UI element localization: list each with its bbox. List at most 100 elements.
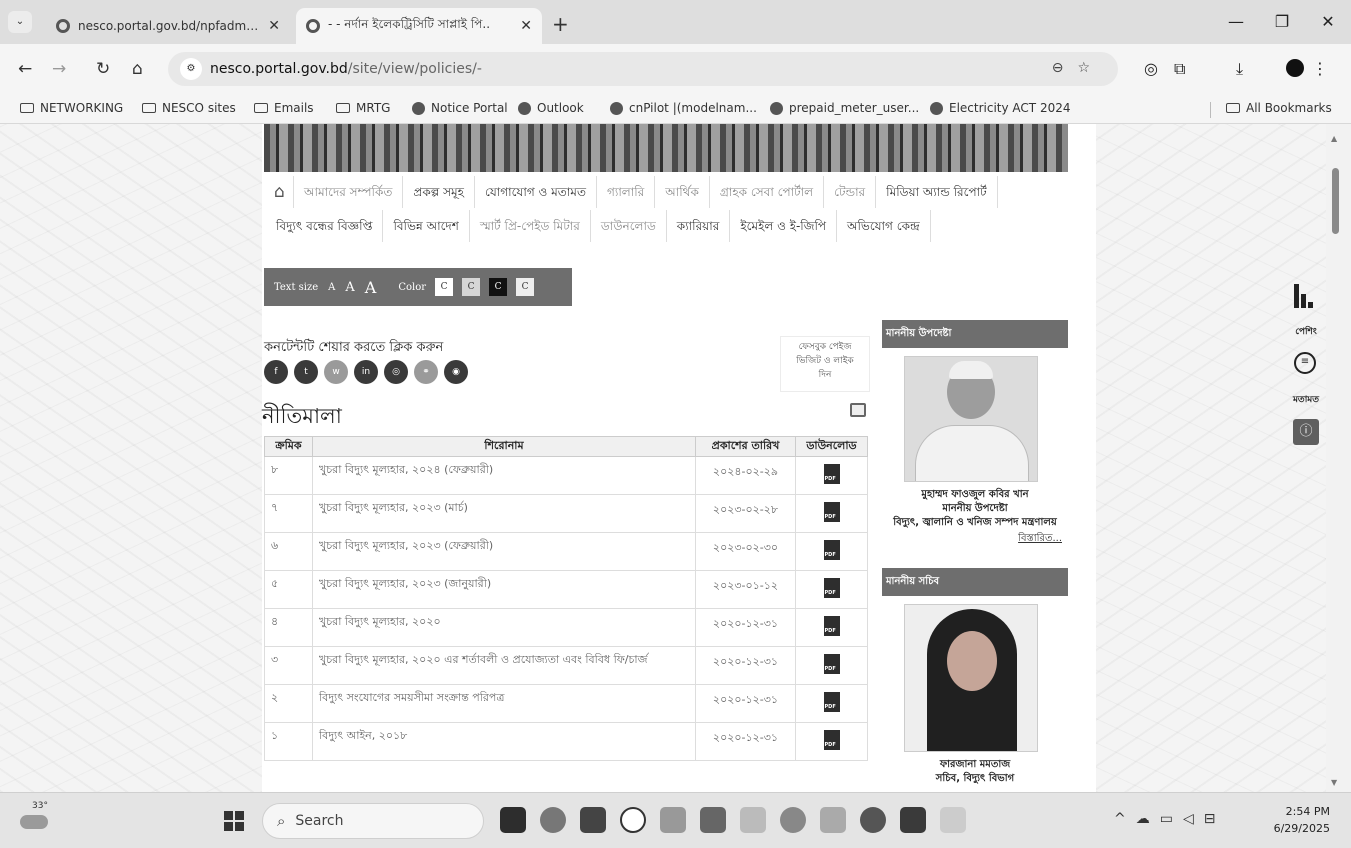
menu-item-gallery[interactable]: গ্যালারি <box>597 176 656 208</box>
taskbar-clock[interactable]: 2:54 PM 6/29/2025 <box>1266 803 1330 837</box>
new-tab-button[interactable]: + <box>552 12 569 36</box>
menu-item-projects[interactable]: প্রকল্প সমূহ <box>403 176 475 208</box>
notepad-app-icon[interactable] <box>940 807 966 833</box>
windows-start-icon[interactable] <box>224 811 244 831</box>
scroll-down-arrow-icon[interactable]: ▼ <box>1331 778 1337 787</box>
menu-item-orders[interactable]: বিভিন্ন আদেশ <box>383 210 470 242</box>
menu-item-email-egp[interactable]: ইমেইল ও ই-জিপি <box>730 210 838 242</box>
facebook-page-widget[interactable]: ফেসবুক পেইজ ভিজিট ও লাইক দিন <box>780 336 870 392</box>
menu-item-download[interactable]: ডাউনলোড <box>591 210 667 242</box>
title-cell[interactable]: খুচরা বিদ্যুৎ মূল্যহার, ২০২৩ (মার্চ) <box>312 494 696 533</box>
bookmark-notice-portal[interactable]: Notice Portal <box>412 101 508 115</box>
print-icon[interactable] <box>850 403 866 417</box>
bookmark-networking[interactable]: NETWORKING <box>20 101 123 115</box>
title-cell[interactable]: খুচরা বিদ্যুৎ মূল্যহার, ২০২৩ (ফেব্রুয়ার… <box>312 532 696 571</box>
reload-icon[interactable]: ↻ <box>96 59 110 79</box>
app-icon[interactable] <box>740 807 766 833</box>
menu-item-finance[interactable]: আর্থিক <box>655 176 710 208</box>
title-cell[interactable]: বিদ্যুৎ আইন, ২০১৮ <box>312 722 696 761</box>
color-swatch-black[interactable]: C <box>489 278 508 296</box>
home-icon[interactable]: ⌂ <box>132 59 143 79</box>
forward-arrow-icon[interactable]: → <box>52 59 66 79</box>
bookmark-nesco-sites[interactable]: NESCO sites <box>142 101 236 115</box>
site-info-icon[interactable]: ⚙ <box>180 58 202 80</box>
network-app-icon[interactable] <box>700 807 726 833</box>
menu-item-about[interactable]: আমাদের সম্পর্কিত <box>294 176 404 208</box>
store-app-icon[interactable] <box>580 807 606 833</box>
adviser-details-link[interactable]: বিস্তারিত... <box>882 531 1068 548</box>
word-app-icon[interactable] <box>900 807 926 833</box>
bookmark-mrtg[interactable]: MRTG <box>336 101 390 115</box>
app-icon[interactable] <box>780 807 806 833</box>
tab-close-icon[interactable]: ✕ <box>268 18 280 34</box>
facebook-share-icon[interactable]: f <box>264 360 288 384</box>
back-arrow-icon[interactable]: ← <box>18 59 32 79</box>
messenger-share-icon[interactable]: ◉ <box>444 360 468 384</box>
restore-button[interactable]: ❐ <box>1259 0 1305 44</box>
title-cell[interactable]: খুচরা বিদ্যুৎ মূল্যহার, ২০২৩ (জানুয়ারী) <box>312 570 696 609</box>
pdf-download-icon[interactable]: PDF <box>823 692 840 712</box>
title-cell[interactable]: খুচরা বিদ্যুৎ মূল্যহার, ২০২০ এর শর্তাবলী… <box>312 646 696 685</box>
whatsapp-share-icon[interactable]: w <box>324 360 348 384</box>
ranking-bars-icon[interactable] <box>1294 284 1316 308</box>
bookmark-emails[interactable]: Emails <box>254 101 314 115</box>
menu-item-tender[interactable]: টেন্ডার <box>824 176 877 208</box>
whatsapp-app-icon[interactable] <box>620 807 646 833</box>
text-size-large[interactable]: A <box>365 278 377 297</box>
weather-widget[interactable]: 33° <box>20 801 52 831</box>
menu-item-complaint[interactable]: অভিযোগ কেন্দ্র <box>837 210 931 242</box>
menu-item-career[interactable]: ক্যারিয়ার <box>667 210 731 242</box>
menu-item-smart-prepaid-meter[interactable]: স্মার্ট প্রি-পেইড মিটার <box>470 210 591 242</box>
file-explorer-icon[interactable] <box>660 807 686 833</box>
bookmark-electricity-act[interactable]: Electricity ACT 2024 <box>930 101 1070 115</box>
minimize-button[interactable]: — <box>1213 0 1259 44</box>
bookmark-outlook[interactable]: Outlook <box>518 101 584 115</box>
app-icon[interactable] <box>820 807 846 833</box>
extensions-puzzle-icon[interactable]: ⧉ <box>1174 59 1185 79</box>
pdf-download-icon[interactable]: PDF <box>823 540 840 560</box>
pdf-download-icon[interactable]: PDF <box>823 502 840 522</box>
chrome-active-icon[interactable] <box>860 807 886 833</box>
linkedin-share-icon[interactable]: in <box>354 360 378 384</box>
taskbar-search-box[interactable]: ⌕ Search <box>262 803 484 839</box>
pdf-download-icon[interactable]: PDF <box>823 654 840 674</box>
color-swatch-light[interactable]: C <box>516 278 535 296</box>
address-bar[interactable]: ⚙ nesco.portal.gov.bd/site/view/policies… <box>168 52 1118 86</box>
close-window-button[interactable]: ✕ <box>1305 0 1351 44</box>
menu-item-media-report[interactable]: মিডিয়া অ্যান্ড রিপোর্ট <box>876 176 998 208</box>
text-size-medium[interactable]: A <box>345 280 354 295</box>
system-tray-icons[interactable]: ^☁▭◁⊟ <box>1114 811 1225 827</box>
zoom-and-bookmark-star-icons[interactable]: ⊖☆ <box>1052 60 1104 76</box>
color-swatch-white[interactable]: C <box>435 278 454 296</box>
pdf-download-icon[interactable]: PDF <box>823 578 840 598</box>
instagram-share-icon[interactable]: ◎ <box>384 360 408 384</box>
bookmark-cnpilot[interactable]: cnPilot |(modelnam... <box>610 101 757 115</box>
extension-icon[interactable]: ◎ <box>1144 59 1158 78</box>
menu-item-outage-notice[interactable]: বিদ্যুৎ বন্ধের বিজ্ঞপ্তি <box>266 210 384 242</box>
menu-item-contact[interactable]: যোগাযোগ ও মতামত <box>475 176 597 208</box>
page-scrollbar[interactable]: ▲ ▼ <box>1326 124 1351 792</box>
pdf-download-icon[interactable]: PDF <box>823 730 840 750</box>
tab-close-icon[interactable]: ✕ <box>520 18 532 34</box>
twitter-share-icon[interactable]: t <box>294 360 318 384</box>
chrome-app-icon[interactable] <box>540 807 566 833</box>
profile-avatar[interactable] <box>1286 59 1304 77</box>
title-cell[interactable]: খুচরা বিদ্যুৎ মূল্যহার, ২০২০ <box>312 608 696 647</box>
color-swatch-gray[interactable]: C <box>462 278 481 296</box>
menu-item-customer-portal[interactable]: গ্রাহক সেবা পোর্টাল <box>710 176 825 208</box>
accessibility-icon[interactable]: ⓘ <box>1293 419 1319 445</box>
title-cell[interactable]: বিদ্যুৎ সংযোগের সময়সীমা সংক্রান্ত পরিপত… <box>312 684 696 723</box>
text-size-small[interactable]: A <box>328 282 335 293</box>
pdf-download-icon[interactable]: PDF <box>823 616 840 636</box>
scroll-up-arrow-icon[interactable]: ▲ <box>1331 134 1337 143</box>
home-icon[interactable]: ⌂ <box>264 176 294 208</box>
task-view-icon[interactable] <box>500 807 526 833</box>
scrollbar-thumb[interactable] <box>1332 168 1339 234</box>
link-share-icon[interactable]: ⚭ <box>414 360 438 384</box>
title-cell[interactable]: খুচরা বিদ্যুৎ মূল্যহার, ২০২৪ (ফেব্রুয়ার… <box>312 456 696 495</box>
bookmark-prepaid-meter[interactable]: prepaid_meter_user... <box>770 101 919 115</box>
kebab-menu-icon[interactable]: ⋮ <box>1312 59 1328 78</box>
download-icon[interactable]: ⤓ <box>1236 59 1243 79</box>
feedback-chat-icon[interactable]: ≡ <box>1294 352 1316 374</box>
browser-tab-nesco[interactable]: - - নর্দান ইলেকট্রিসিটি সাপ্লাই পি.. ✕ <box>296 8 542 44</box>
